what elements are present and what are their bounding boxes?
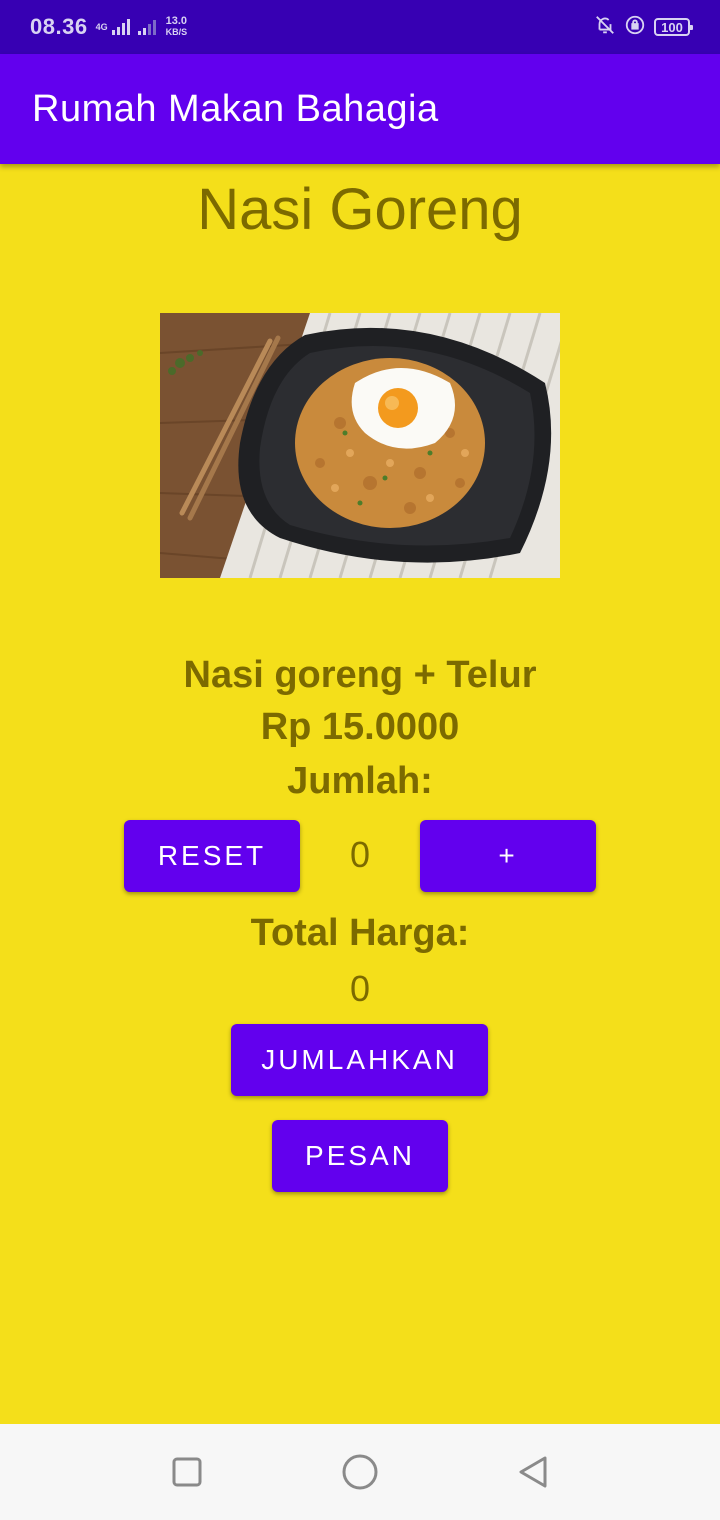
jumlahkan-button[interactable]: JUMLAHKAN xyxy=(231,1024,488,1096)
network-type: 4G xyxy=(95,21,108,32)
recents-square-icon[interactable] xyxy=(157,1442,217,1502)
rotation-lock-icon xyxy=(624,14,646,41)
battery-icon: 100 xyxy=(654,18,693,36)
quantity-label: Jumlah: xyxy=(287,760,433,802)
signal-icon xyxy=(111,19,130,35)
dish-title: Nasi Goreng xyxy=(197,177,523,242)
status-time: 08.36 xyxy=(30,14,88,39)
status-bar: 08.36 4G 13.0 KB/S 100 xyxy=(0,0,720,54)
dish-price: Rp 15.0000 xyxy=(260,706,460,748)
back-triangle-icon[interactable] xyxy=(503,1442,563,1502)
total-label: Total Harga: xyxy=(250,912,470,954)
dish-description: Nasi goreng + Telur xyxy=(183,654,537,696)
reset-button[interactable]: RESET xyxy=(124,820,300,892)
nasi-goreng-photo xyxy=(160,313,560,578)
home-circle-icon[interactable] xyxy=(330,1442,390,1502)
network-indicator: 4G 13.0 KB/S xyxy=(96,16,188,38)
total-value: 0 xyxy=(349,968,371,1009)
network-speed: 13.0 KB/S xyxy=(165,15,188,38)
app-bar: Rumah Makan Bahagia xyxy=(0,54,720,164)
plus-button[interactable]: + xyxy=(420,820,596,892)
alarm-off-icon xyxy=(594,14,616,41)
app-title: Rumah Makan Bahagia xyxy=(32,87,439,130)
navigation-bar xyxy=(0,1424,720,1520)
pesan-button[interactable]: PESAN xyxy=(272,1120,448,1192)
signal-icon xyxy=(137,19,156,35)
quantity-value: 0 xyxy=(349,834,371,875)
